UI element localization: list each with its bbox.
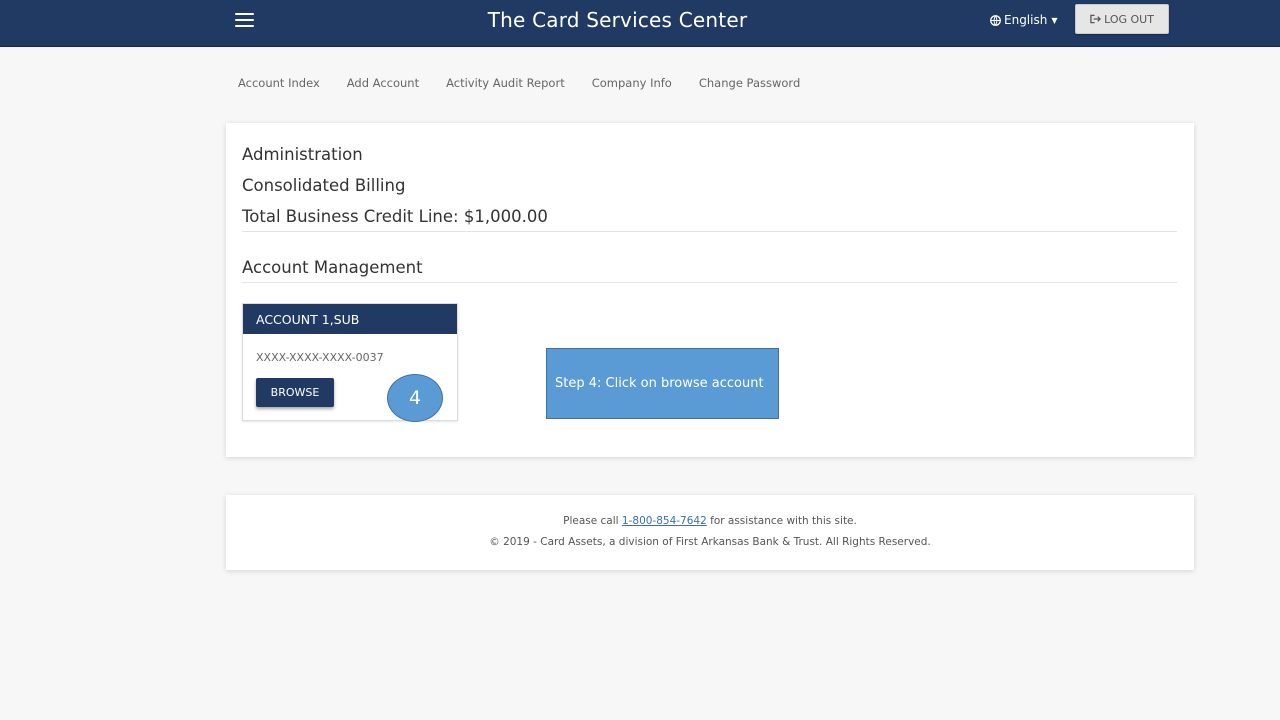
call-suffix: for assistance with this site. <box>710 515 857 527</box>
credit-line-text: Total Business Credit Line: $1,000.00 <box>242 207 548 226</box>
footer-panel: Please call 1-800-854-7642 for assistanc… <box>226 495 1194 570</box>
step-number-marker: 4 <box>387 374 443 422</box>
logout-button[interactable]: LOG OUT <box>1075 4 1169 34</box>
call-prefix: Please call <box>563 515 619 527</box>
browse-button[interactable]: BROWSE <box>256 378 334 407</box>
divider <box>242 282 1177 283</box>
step-callout: Step 4: Click on browse account <box>546 348 779 419</box>
copyright-text: © 2019 - Card Assets, a division of Firs… <box>489 536 931 548</box>
account-name: ACCOUNT 1,SUB <box>243 304 457 334</box>
consolidated-billing-heading: Consolidated Billing <box>242 176 406 195</box>
nav-activity-audit-report[interactable]: Activity Audit Report <box>446 76 565 90</box>
globe-icon <box>990 14 1001 26</box>
account-number: XXXX-XXXX-XXXX-0037 <box>256 351 384 364</box>
sub-navigation: Account Index Add Account Activity Audit… <box>238 76 827 90</box>
sign-out-icon <box>1090 14 1102 24</box>
nav-change-password[interactable]: Change Password <box>699 76 800 90</box>
top-navbar: The Card Services Center English ▼ LOG O… <box>0 0 1280 47</box>
account-card: ACCOUNT 1,SUB XXXX-XXXX-XXXX-0037 BROWSE… <box>242 303 458 422</box>
nav-account-index[interactable]: Account Index <box>238 76 320 90</box>
divider <box>242 231 1177 232</box>
administration-panel: Administration Consolidated Billing Tota… <box>226 123 1194 457</box>
logout-label: LOG OUT <box>1104 12 1154 26</box>
assistance-text: Please call 1-800-854-7642 for assistanc… <box>226 515 1194 527</box>
nav-company-info[interactable]: Company Info <box>592 76 672 90</box>
language-selector[interactable]: English ▼ <box>990 13 1058 27</box>
nav-add-account[interactable]: Add Account <box>347 76 419 90</box>
caret-down-icon: ▼ <box>1051 15 1058 25</box>
phone-link[interactable]: 1-800-854-7642 <box>622 515 707 527</box>
account-management-heading: Account Management <box>242 258 423 277</box>
language-label: English <box>1004 13 1048 27</box>
administration-heading: Administration <box>242 145 363 164</box>
